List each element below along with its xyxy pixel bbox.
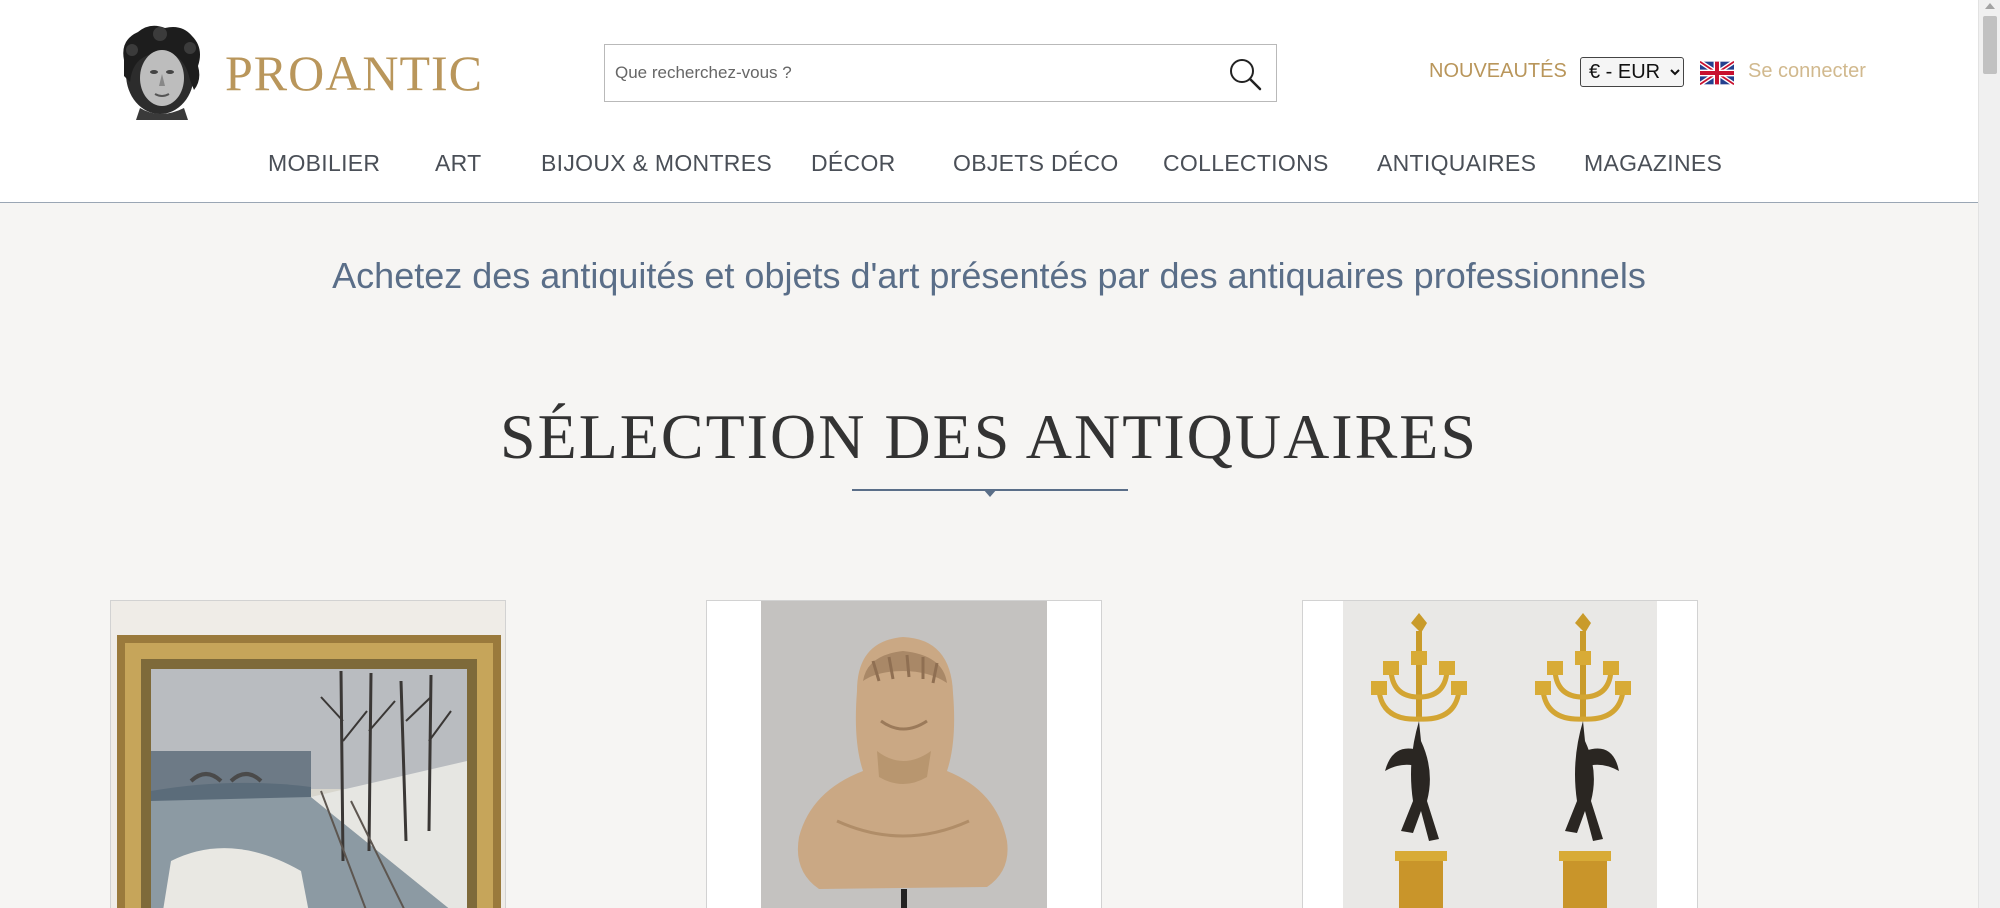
page-scrollbar[interactable] <box>1978 0 2000 908</box>
nav-item-collections[interactable]: COLLECTIONS <box>1163 150 1329 177</box>
bust-head-icon[interactable] <box>110 20 210 122</box>
brand-logo-text[interactable]: PROANTIC <box>225 44 483 102</box>
product-image-candelabra[interactable] <box>1303 601 1698 908</box>
divider-arrow-icon <box>983 489 997 497</box>
product-image-bust[interactable] <box>707 601 1102 908</box>
login-link[interactable]: Se connecter <box>1748 60 1866 83</box>
nav-item-mobilier[interactable]: MOBILIER <box>268 150 380 177</box>
product-image-painting[interactable] <box>111 601 506 908</box>
search-bar <box>604 44 1277 102</box>
section-title: SÉLECTION DES ANTIQUAIRES <box>500 401 1478 472</box>
scroll-up-arrow-icon[interactable] <box>1985 3 1995 9</box>
main-navigation: MOBILIER ART BIJOUX & MONTRES DÉCOR OBJE… <box>0 150 1978 180</box>
search-input[interactable] <box>615 57 1205 89</box>
currency-select[interactable]: € - EUR <box>1580 57 1684 87</box>
product-card-painting[interactable] <box>110 600 506 908</box>
product-card-candelabra[interactable] <box>1302 600 1698 908</box>
product-card-bust[interactable] <box>706 600 1102 908</box>
nav-item-objets-deco[interactable]: OBJETS DÉCO <box>953 150 1119 177</box>
nav-item-art[interactable]: ART <box>435 150 482 177</box>
page-tagline: Achetez des antiquités et objets d'art p… <box>332 255 1646 296</box>
nav-item-decor[interactable]: DÉCOR <box>811 150 896 177</box>
site-header: PROANTIC NOUVEAUTÉS € - EUR Se connecter… <box>0 0 1978 203</box>
search-icon[interactable] <box>1226 55 1264 93</box>
nav-item-antiquaires[interactable]: ANTIQUAIRES <box>1377 150 1536 177</box>
uk-flag-icon[interactable] <box>1700 61 1734 85</box>
nouveautes-link[interactable]: NOUVEAUTÉS <box>1429 60 1567 83</box>
nav-item-bijoux-montres[interactable]: BIJOUX & MONTRES <box>541 150 772 177</box>
scrollbar-thumb[interactable] <box>1983 16 1997 74</box>
nav-item-magazines[interactable]: MAGAZINES <box>1584 150 1722 177</box>
